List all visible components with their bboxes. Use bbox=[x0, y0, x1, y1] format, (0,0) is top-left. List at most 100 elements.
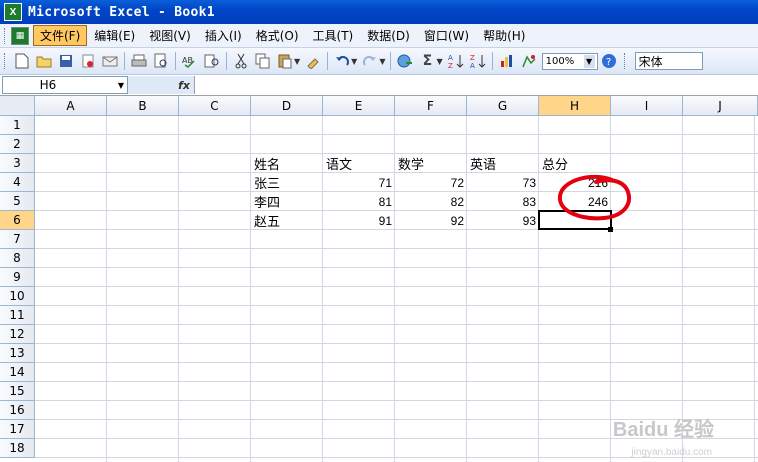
menu-data[interactable]: 数据(D) bbox=[360, 25, 417, 46]
menu-bar: ▦ 文件(F) 编辑(E) 视图(V) 插入(I) 格式(O) 工具(T) 数据… bbox=[0, 24, 758, 48]
row-header-2[interactable]: 2 bbox=[0, 135, 35, 154]
column-header-g[interactable]: G bbox=[467, 96, 539, 116]
toolbar-grip[interactable] bbox=[4, 27, 8, 44]
zoom-select[interactable]: 100% ▼ bbox=[541, 52, 598, 70]
paste-icon[interactable] bbox=[275, 51, 295, 71]
open-icon[interactable] bbox=[34, 51, 54, 71]
copy-icon[interactable] bbox=[253, 51, 273, 71]
cell-e4[interactable]: 71 bbox=[323, 173, 395, 192]
cut-icon[interactable] bbox=[231, 51, 251, 71]
column-header-d[interactable]: D bbox=[251, 96, 323, 116]
hyperlink-icon[interactable] bbox=[395, 51, 415, 71]
cell-e6[interactable]: 91 bbox=[323, 211, 395, 230]
menu-tools[interactable]: 工具(T) bbox=[306, 25, 361, 46]
menu-file[interactable]: 文件(F) bbox=[33, 25, 88, 46]
row-header-11[interactable]: 11 bbox=[0, 306, 35, 325]
cell-e3[interactable]: 语文 bbox=[323, 154, 395, 173]
cell-d3[interactable]: 姓名 bbox=[251, 154, 323, 173]
cell-f4[interactable]: 72 bbox=[395, 173, 467, 192]
undo-dropdown-icon[interactable]: ▼ bbox=[351, 57, 357, 66]
row-header-6[interactable]: 6 bbox=[0, 211, 35, 230]
cell-h3[interactable]: 总分 bbox=[539, 154, 611, 173]
cell-d4[interactable]: 张三 bbox=[251, 173, 323, 192]
row-header-9[interactable]: 9 bbox=[0, 268, 35, 287]
row-header-13[interactable]: 13 bbox=[0, 344, 35, 363]
chevron-down-icon[interactable]: ▼ bbox=[583, 54, 595, 68]
name-box[interactable]: H6 ▼ bbox=[2, 76, 128, 94]
column-header-i[interactable]: I bbox=[611, 96, 683, 116]
menu-format[interactable]: 格式(O) bbox=[249, 25, 306, 46]
autosum-icon[interactable]: Σ bbox=[417, 51, 437, 71]
menu-insert[interactable]: 插入(I) bbox=[198, 25, 249, 46]
fx-icon[interactable]: fx bbox=[128, 76, 194, 94]
column-header-c[interactable]: C bbox=[179, 96, 251, 116]
chevron-down-icon[interactable]: ▼ bbox=[115, 81, 127, 90]
column-header-h[interactable]: H bbox=[539, 96, 611, 116]
cell-f3[interactable]: 数学 bbox=[395, 154, 467, 173]
print-icon[interactable] bbox=[129, 51, 149, 71]
sort-descending-icon[interactable]: ZA bbox=[468, 51, 488, 71]
chart-wizard-icon[interactable] bbox=[497, 51, 517, 71]
email-icon[interactable] bbox=[100, 51, 120, 71]
fill-handle[interactable] bbox=[608, 227, 613, 232]
cell-g5[interactable]: 83 bbox=[467, 192, 539, 211]
row-header-14[interactable]: 14 bbox=[0, 363, 35, 382]
font-name-field[interactable]: 宋体 bbox=[634, 52, 703, 70]
research-icon[interactable] bbox=[202, 51, 222, 71]
column-header-f[interactable]: F bbox=[395, 96, 467, 116]
row-header-7[interactable]: 7 bbox=[0, 230, 35, 249]
redo-dropdown-icon[interactable]: ▼ bbox=[379, 57, 385, 66]
print-preview-icon[interactable] bbox=[151, 51, 171, 71]
row-header-15[interactable]: 15 bbox=[0, 382, 35, 401]
svg-text:Z: Z bbox=[448, 62, 453, 69]
format-painter-icon[interactable] bbox=[303, 51, 323, 71]
cell-h4[interactable]: 216 bbox=[539, 173, 611, 192]
row-header-16[interactable]: 16 bbox=[0, 401, 35, 420]
permission-icon[interactable] bbox=[78, 51, 98, 71]
excel-icon[interactable]: X bbox=[4, 3, 22, 21]
help-icon[interactable]: ? bbox=[599, 51, 619, 71]
watermark-url: jingyan.baidu.com bbox=[631, 447, 712, 458]
row-header-17[interactable]: 17 bbox=[0, 420, 35, 439]
toolbar-grip[interactable] bbox=[623, 53, 628, 69]
new-icon[interactable] bbox=[12, 51, 32, 71]
column-header-e[interactable]: E bbox=[323, 96, 395, 116]
cell-f6[interactable]: 92 bbox=[395, 211, 467, 230]
row-header-5[interactable]: 5 bbox=[0, 192, 35, 211]
worksheet-grid: A B C D E F G H I J 1 2 3 4 5 6 7 8 9 10… bbox=[0, 96, 758, 462]
menu-view[interactable]: 视图(V) bbox=[142, 25, 198, 46]
cell-h5[interactable]: 246 bbox=[539, 192, 611, 211]
redo-icon[interactable] bbox=[360, 51, 380, 71]
row-header-18[interactable]: 18 bbox=[0, 439, 35, 458]
column-header-j[interactable]: J bbox=[683, 96, 758, 116]
row-header-12[interactable]: 12 bbox=[0, 325, 35, 344]
cell-d5[interactable]: 李四 bbox=[251, 192, 323, 211]
row-header-1[interactable]: 1 bbox=[0, 116, 35, 135]
drawing-icon[interactable] bbox=[519, 51, 539, 71]
menu-help[interactable]: 帮助(H) bbox=[476, 25, 532, 46]
menu-edit[interactable]: 编辑(E) bbox=[87, 25, 142, 46]
row-header-4[interactable]: 4 bbox=[0, 173, 35, 192]
autosum-dropdown-icon[interactable]: ▼ bbox=[436, 57, 442, 66]
menu-window[interactable]: 窗口(W) bbox=[417, 25, 476, 46]
cell-f5[interactable]: 82 bbox=[395, 192, 467, 211]
cell-g4[interactable]: 73 bbox=[467, 173, 539, 192]
column-header-a[interactable]: A bbox=[35, 96, 107, 116]
cell-g6[interactable]: 93 bbox=[467, 211, 539, 230]
spelling-icon[interactable]: AB bbox=[180, 51, 200, 71]
cell-d6[interactable]: 赵五 bbox=[251, 211, 323, 230]
sort-ascending-icon[interactable]: AZ bbox=[446, 51, 466, 71]
column-header-b[interactable]: B bbox=[107, 96, 179, 116]
toolbar-grip[interactable] bbox=[4, 53, 8, 69]
formula-input[interactable] bbox=[194, 76, 758, 94]
row-header-3[interactable]: 3 bbox=[0, 154, 35, 173]
cell-e5[interactable]: 81 bbox=[323, 192, 395, 211]
undo-icon[interactable] bbox=[332, 51, 352, 71]
paste-dropdown-icon[interactable]: ▼ bbox=[294, 57, 300, 66]
cell-g3[interactable]: 英语 bbox=[467, 154, 539, 173]
workbook-icon[interactable]: ▦ bbox=[11, 26, 29, 45]
save-icon[interactable] bbox=[56, 51, 76, 71]
row-header-8[interactable]: 8 bbox=[0, 249, 35, 268]
row-header-10[interactable]: 10 bbox=[0, 287, 35, 306]
select-all-button[interactable] bbox=[0, 96, 35, 116]
